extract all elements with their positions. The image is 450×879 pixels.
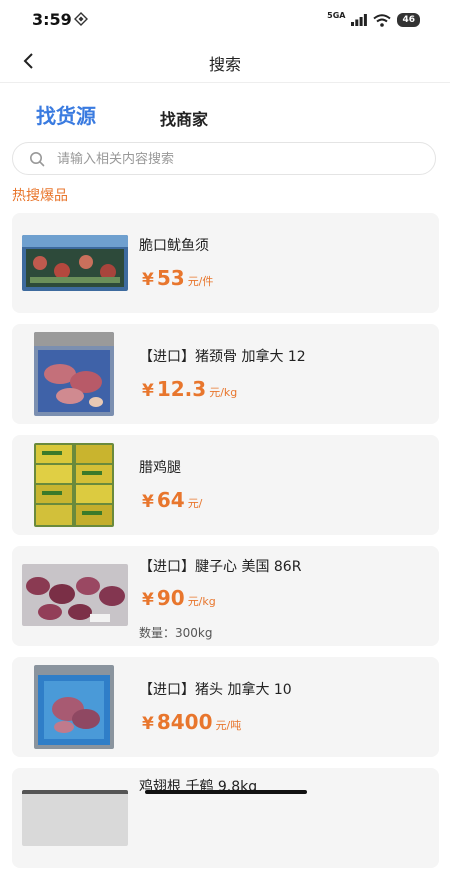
product-price: ¥ 12.3 元/kg bbox=[142, 377, 237, 401]
price-unit: 元/kg bbox=[209, 386, 238, 399]
price-value: 64 bbox=[156, 488, 185, 512]
product-card[interactable]: 腊鸡腿 ¥ 64 元/ bbox=[12, 435, 439, 535]
product-name: 【进口】猪头 加拿大 10 bbox=[139, 682, 292, 698]
product-image bbox=[22, 564, 128, 626]
product-name: 【进口】腱子心 美国 86R bbox=[139, 559, 302, 575]
product-card[interactable]: 【进口】猪头 加拿大 10 ¥ 8400 元/吨 bbox=[12, 657, 439, 757]
search-input[interactable] bbox=[57, 148, 417, 170]
tab-bar: 找货源 找商家 bbox=[0, 96, 450, 136]
currency-symbol: ¥ bbox=[142, 590, 154, 610]
price-value: 12.3 bbox=[156, 377, 207, 401]
product-card[interactable]: 脆口鱿鱼须 ¥ 53 元/件 bbox=[12, 213, 439, 313]
product-name: 脆口鱿鱼须 bbox=[139, 238, 209, 254]
product-image bbox=[22, 235, 128, 291]
product-image bbox=[34, 332, 114, 416]
price-value: 8400 bbox=[156, 710, 213, 734]
signal-icon bbox=[351, 14, 368, 26]
product-name: 腊鸡腿 bbox=[139, 460, 181, 476]
price-unit: 元/kg bbox=[187, 595, 216, 608]
currency-symbol: ¥ bbox=[142, 381, 154, 401]
currency-symbol: ¥ bbox=[142, 714, 154, 734]
price-unit: 元/件 bbox=[187, 275, 214, 288]
page-title: 搜索 bbox=[208, 55, 241, 74]
product-price: ¥ 90 元/kg bbox=[142, 586, 216, 610]
status-indicators: 5GA 46 bbox=[327, 10, 420, 28]
search-icon bbox=[30, 152, 45, 167]
price-value: 90 bbox=[156, 586, 185, 610]
product-price: ¥ 64 元/ bbox=[142, 488, 202, 512]
battery-indicator: 46 bbox=[397, 13, 420, 27]
product-name: 【进口】猪颈骨 加拿大 12 bbox=[139, 349, 306, 365]
currency-symbol: ¥ bbox=[142, 270, 154, 290]
status-time: 3:59 bbox=[32, 10, 72, 29]
network-label: 5GA bbox=[327, 10, 346, 20]
product-price: ¥ 53 元/件 bbox=[142, 266, 213, 290]
product-card[interactable]: 【进口】猪颈骨 加拿大 12 ¥ 12.3 元/kg bbox=[12, 324, 439, 424]
status-bar: 3:59 5GA 46 bbox=[0, 0, 450, 40]
wifi-icon bbox=[373, 13, 392, 27]
currency-symbol: ¥ bbox=[142, 492, 154, 512]
product-quantity: 数量：300kg bbox=[139, 626, 213, 640]
tab-find-source[interactable]: 找货源 bbox=[36, 100, 96, 129]
product-list: 脆口鱿鱼须 ¥ 53 元/件 【进口】猪颈骨 加拿大 12 ¥ 12.3 元/k… bbox=[12, 213, 439, 879]
product-card[interactable]: 鸡翅根 千鹤 9.8kg bbox=[12, 768, 439, 868]
sim-icon bbox=[74, 12, 88, 26]
section-title-hot-products: 热搜爆品 bbox=[12, 188, 68, 204]
product-card[interactable]: 【进口】腱子心 美国 86R ¥ 90 元/kg 数量：300kg bbox=[12, 546, 439, 646]
search-box[interactable] bbox=[12, 142, 436, 175]
product-image bbox=[22, 790, 128, 846]
price-unit: 元/吨 bbox=[215, 719, 242, 732]
product-image bbox=[34, 665, 114, 749]
product-image bbox=[34, 443, 114, 527]
nav-bar: 搜索 bbox=[0, 40, 450, 83]
product-price: ¥ 8400 元/吨 bbox=[142, 710, 241, 734]
home-indicator[interactable] bbox=[145, 790, 307, 794]
price-value: 53 bbox=[156, 266, 185, 290]
price-unit: 元/ bbox=[187, 497, 203, 510]
tab-find-merchant[interactable]: 找商家 bbox=[160, 106, 208, 130]
